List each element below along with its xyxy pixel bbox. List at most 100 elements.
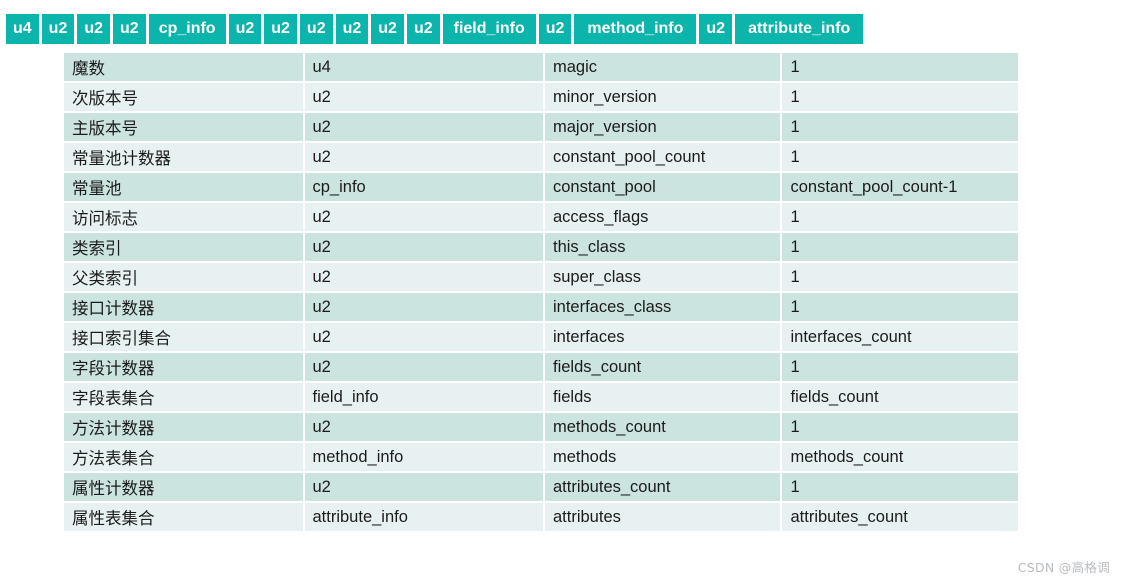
table-body: 魔数 u4 magic 1 次版本号 u2 minor_version 1 主版本号 u2 majo… <box>64 53 1018 531</box>
table-row: 访问标志 u2 access_flags 1 <box>64 203 1018 231</box>
type-token-11: field_info <box>442 14 536 44</box>
type-token-10: u2 <box>406 14 440 44</box>
cell-count: fields_count <box>782 383 1018 411</box>
cell-description: 方法计数器 <box>64 413 303 441</box>
type-token-8: u2 <box>335 14 369 44</box>
cell-name: fields_count <box>545 353 781 381</box>
cell-name: major_version <box>545 113 781 141</box>
cell-name: methods <box>545 443 781 471</box>
cell-count: 1 <box>782 53 1018 81</box>
cell-name: interfaces_class <box>545 293 781 321</box>
cell-count: 1 <box>782 293 1018 321</box>
cell-description: 魔数 <box>64 53 303 81</box>
table-row: 常量池计数器 u2 constant_pool_count 1 <box>64 143 1018 171</box>
cell-description: 父类索引 <box>64 263 303 291</box>
cell-description: 属性计数器 <box>64 473 303 501</box>
cell-description: 方法表集合 <box>64 443 303 471</box>
csdn-watermark: CSDN @高格调 <box>1017 560 1110 575</box>
table-row: 次版本号 u2 minor_version 1 <box>64 83 1018 111</box>
cell-type: u2 <box>304 113 543 141</box>
cell-type: u2 <box>304 293 543 321</box>
type-token-1: u2 <box>41 14 75 44</box>
cell-description: 类索引 <box>64 233 303 261</box>
table-row: 接口计数器 u2 interfaces_class 1 <box>64 293 1018 321</box>
cell-name: attributes <box>545 503 781 531</box>
type-token-13: method_info <box>574 14 697 44</box>
cell-type: u2 <box>304 233 543 261</box>
table-row: 方法计数器 u2 methods_count 1 <box>64 413 1018 441</box>
cell-description: 字段计数器 <box>64 353 303 381</box>
cell-type: field_info <box>304 383 543 411</box>
cell-name: super_class <box>545 263 781 291</box>
cell-description: 常量池计数器 <box>64 143 303 171</box>
class-file-type-strip: u4 u2 u2 u2 cp_info u2 u2 u2 u2 u2 u2 field_info u2 m… <box>6 14 1076 44</box>
cell-name: constant_pool <box>545 173 781 201</box>
cell-count: constant_pool_count-1 <box>782 173 1018 201</box>
cell-type: u2 <box>304 413 543 441</box>
type-token-14: u2 <box>699 14 733 44</box>
class-file-structure-table: 魔数 u4 magic 1 次版本号 u2 minor_version 1 主版本号 u2 majo… <box>62 51 1020 533</box>
cell-type: u2 <box>304 83 543 111</box>
cell-description: 属性表集合 <box>64 503 303 531</box>
table-row: 魔数 u4 magic 1 <box>64 53 1018 81</box>
cell-type: attribute_info <box>304 503 543 531</box>
cell-type: method_info <box>304 443 543 471</box>
cell-count: 1 <box>782 263 1018 291</box>
cell-description: 接口计数器 <box>64 293 303 321</box>
cell-description: 主版本号 <box>64 113 303 141</box>
cell-count: methods_count <box>782 443 1018 471</box>
table-row: 字段表集合 field_info fields fields_count <box>64 383 1018 411</box>
cell-type: u2 <box>304 323 543 351</box>
type-token-5: u2 <box>228 14 262 44</box>
cell-name: interfaces <box>545 323 781 351</box>
cell-count: interfaces_count <box>782 323 1018 351</box>
table-row: 属性表集合 attribute_info attributes attributes_… <box>64 503 1018 531</box>
type-token-6: u2 <box>264 14 297 44</box>
type-token-3: u2 <box>113 14 146 44</box>
cell-count: 1 <box>782 233 1018 261</box>
cell-type: cp_info <box>304 173 543 201</box>
cell-count: 1 <box>782 203 1018 231</box>
cell-name: methods_count <box>545 413 781 441</box>
cell-name: constant_pool_count <box>545 143 781 171</box>
cell-name: magic <box>545 53 781 81</box>
cell-description: 接口索引集合 <box>64 323 303 351</box>
cell-name: attributes_count <box>545 473 781 501</box>
cell-name: fields <box>545 383 781 411</box>
cell-count: 1 <box>782 413 1018 441</box>
cell-count: 1 <box>782 353 1018 381</box>
cell-type: u2 <box>304 143 543 171</box>
table-row: 类索引 u2 this_class 1 <box>64 233 1018 261</box>
cell-type: u4 <box>304 53 543 81</box>
type-token-15: attribute_info <box>735 14 864 44</box>
type-token-0: u4 <box>6 14 39 44</box>
cell-type: u2 <box>304 353 543 381</box>
cell-count: 1 <box>782 83 1018 111</box>
table-row: 方法表集合 method_info methods methods_count <box>64 443 1018 471</box>
cell-description: 访问标志 <box>64 203 303 231</box>
cell-name: this_class <box>545 233 781 261</box>
type-token-2: u2 <box>77 14 111 44</box>
cell-name: access_flags <box>545 203 781 231</box>
table-row: 父类索引 u2 super_class 1 <box>64 263 1018 291</box>
type-token-12: u2 <box>538 14 572 44</box>
cell-description: 次版本号 <box>64 83 303 111</box>
table-row: 常量池 cp_info constant_pool constant_pool_cou… <box>64 173 1018 201</box>
cell-type: u2 <box>304 473 543 501</box>
type-token-4: cp_info <box>148 14 226 44</box>
table-row: 属性计数器 u2 attributes_count 1 <box>64 473 1018 501</box>
cell-type: u2 <box>304 203 543 231</box>
cell-count: 1 <box>782 473 1018 501</box>
cell-name: minor_version <box>545 83 781 111</box>
cell-count: attributes_count <box>782 503 1018 531</box>
cell-count: 1 <box>782 143 1018 171</box>
cell-count: 1 <box>782 113 1018 141</box>
cell-description: 字段表集合 <box>64 383 303 411</box>
cell-description: 常量池 <box>64 173 303 201</box>
type-token-9: u2 <box>371 14 404 44</box>
table-row: 字段计数器 u2 fields_count 1 <box>64 353 1018 381</box>
table-row: 主版本号 u2 major_version 1 <box>64 113 1018 141</box>
table-row: 接口索引集合 u2 interfaces interfaces_count <box>64 323 1018 351</box>
cell-type: u2 <box>304 263 543 291</box>
type-token-7: u2 <box>299 14 333 44</box>
